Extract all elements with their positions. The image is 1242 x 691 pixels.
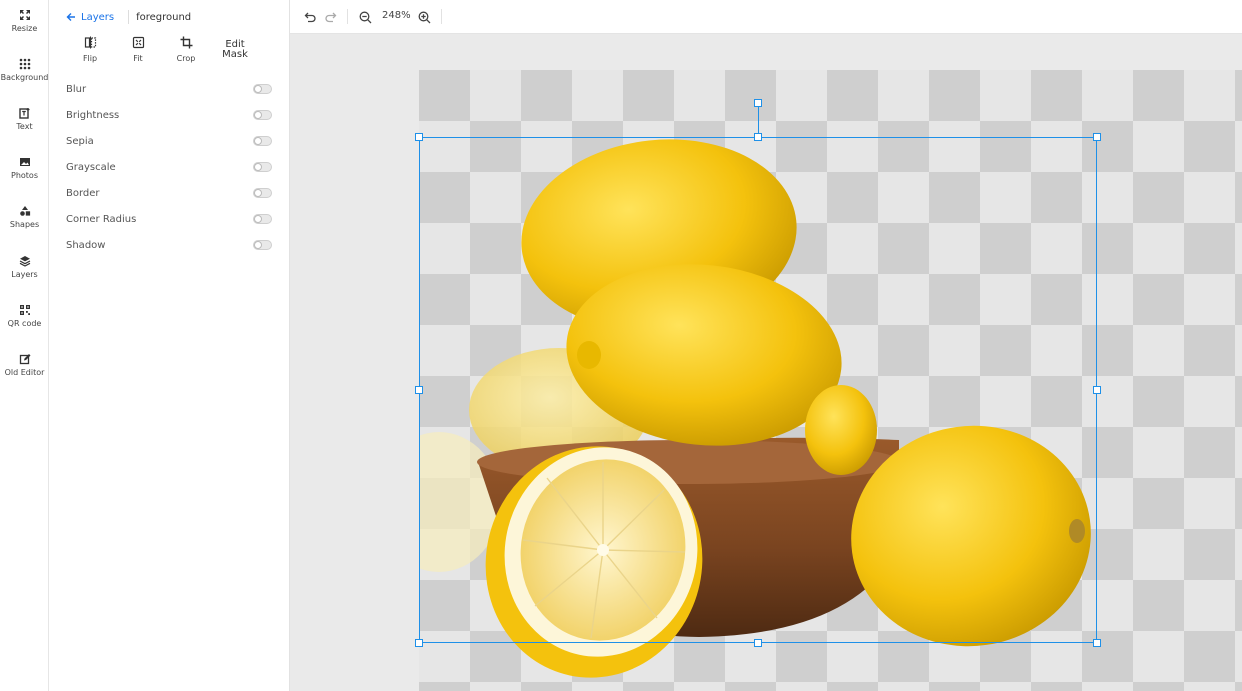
edit-mask-button[interactable]: Edit Mask (210, 36, 260, 63)
rail-label: Old Editor (4, 368, 45, 377)
layer-name: foreground (136, 11, 192, 23)
left-toolbar: Resize Background Text Photos Shapes Lay… (0, 0, 49, 691)
panel-header: Layers foreground (66, 9, 191, 25)
zoom-in-icon (418, 11, 430, 23)
option-blur: Blur (66, 80, 272, 98)
zoom-out-icon (359, 11, 371, 23)
layer-properties-panel: Layers foreground Flip Fit Crop Edit Mas… (49, 0, 290, 691)
crop-button[interactable]: Crop (162, 36, 210, 63)
rail-label: QR code (7, 319, 42, 328)
fit-button[interactable]: Fit (114, 36, 162, 63)
blur-toggle[interactable] (253, 84, 272, 94)
resize-handle-top[interactable] (754, 133, 762, 141)
layers-icon (19, 256, 30, 267)
rail-item-qr-code[interactable]: QR code (0, 304, 49, 328)
qr-code-icon (19, 305, 30, 315)
border-toggle[interactable] (253, 188, 272, 198)
option-label: Border (66, 187, 100, 199)
zoom-out-button[interactable] (357, 9, 373, 25)
option-grayscale: Grayscale (66, 158, 272, 176)
artboard[interactable] (419, 70, 1242, 691)
brightness-toggle[interactable] (253, 110, 272, 120)
zoom-in-button[interactable] (416, 9, 432, 25)
resize-handle-bottom[interactable] (754, 639, 762, 647)
rail-item-photos[interactable]: Photos (0, 156, 49, 180)
rail-label: Background (0, 73, 49, 82)
zoom-level: 248% (382, 10, 411, 21)
toolbar-divider (347, 9, 348, 24)
resize-icon (19, 10, 30, 20)
corner-radius-toggle[interactable] (253, 214, 272, 224)
dots-grid-icon (19, 58, 30, 70)
flip-button[interactable]: Flip (66, 36, 114, 63)
option-brightness: Brightness (66, 106, 272, 124)
canvas-workspace[interactable] (290, 34, 1242, 691)
grayscale-toggle[interactable] (253, 162, 272, 172)
arrow-left-icon (66, 13, 75, 21)
fit-icon (132, 36, 144, 49)
edit-mask-label-line2: Mask (222, 49, 248, 60)
crop-icon (180, 36, 192, 49)
shapes-icon (19, 206, 30, 216)
header-divider (128, 10, 130, 24)
rotate-handle[interactable] (754, 99, 762, 107)
rail-item-resize[interactable]: Resize (0, 9, 49, 33)
rail-item-text[interactable]: Text (0, 107, 49, 131)
undo-button[interactable] (302, 9, 318, 25)
rail-item-shapes[interactable]: Shapes (0, 205, 49, 229)
option-sepia: Sepia (66, 132, 272, 150)
fit-label: Fit (133, 54, 143, 63)
back-label: Layers (81, 11, 115, 23)
option-label: Corner Radius (66, 213, 137, 225)
toolbar-divider (441, 9, 442, 24)
image-icon (19, 158, 30, 166)
resize-handle-bottom-left[interactable] (415, 639, 423, 647)
redo-button[interactable] (322, 9, 338, 25)
text-box-icon (18, 108, 29, 119)
option-border: Border (66, 184, 272, 202)
option-corner-radius: Corner Radius (66, 210, 272, 228)
back-to-layers-button[interactable]: Layers (66, 12, 114, 23)
rail-label: Photos (11, 171, 38, 180)
crop-label: Crop (176, 54, 196, 63)
option-label: Brightness (66, 109, 120, 121)
rail-item-background[interactable]: Background (0, 58, 49, 82)
editor-toolbar: 248% (290, 0, 1242, 34)
rail-label: Resize (11, 24, 38, 33)
flip-icon (84, 36, 96, 49)
resize-handle-bottom-right[interactable] (1093, 639, 1101, 647)
option-label: Sepia (66, 135, 94, 147)
resize-handle-top-left[interactable] (415, 133, 423, 141)
resize-handle-top-right[interactable] (1093, 133, 1101, 141)
rail-item-old-editor[interactable]: Old Editor (0, 353, 49, 377)
shadow-toggle[interactable] (253, 240, 272, 250)
sepia-toggle[interactable] (253, 136, 272, 146)
rail-label: Text (16, 122, 33, 131)
rail-label: Layers (11, 270, 38, 279)
option-label: Blur (66, 83, 87, 95)
option-shadow: Shadow (66, 236, 272, 254)
layer-tools: Flip Fit Crop Edit Mask (66, 36, 260, 63)
flip-label: Flip (82, 54, 98, 63)
resize-handle-right[interactable] (1093, 386, 1101, 394)
option-label: Shadow (66, 239, 106, 251)
undo-icon (304, 12, 316, 23)
option-label: Grayscale (66, 161, 116, 173)
rail-label: Shapes (9, 220, 40, 229)
rail-item-layers[interactable]: Layers (0, 255, 49, 279)
redo-icon (324, 12, 336, 23)
lemon-bowl-image[interactable] (419, 70, 1242, 691)
edit-icon (19, 354, 30, 365)
resize-handle-left[interactable] (415, 386, 423, 394)
